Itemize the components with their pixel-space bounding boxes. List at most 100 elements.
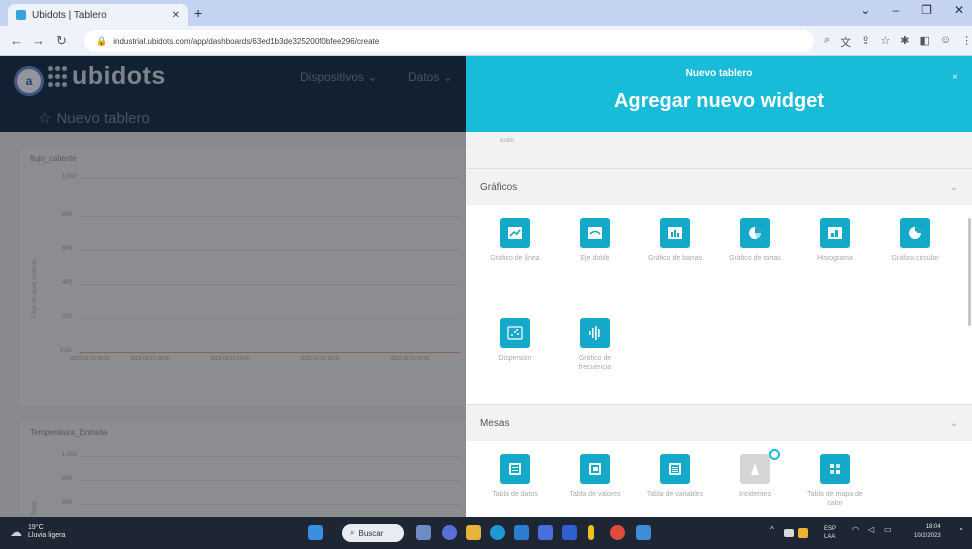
- widget-label: Gráfico de línea: [490, 255, 540, 262]
- bookmark-star-icon[interactable]: ☆: [880, 34, 890, 50]
- menu-kebab-icon[interactable]: ⋮: [961, 34, 972, 50]
- share-icon[interactable]: ⇪: [861, 34, 870, 50]
- widget-donut-chart[interactable]: Gráfico circular: [882, 218, 948, 263]
- section-title: Gráficos: [480, 181, 518, 193]
- drawer-title: Agregar nuevo widget: [613, 90, 825, 112]
- system-clock[interactable]: 18:04 10/2/2023: [914, 523, 941, 541]
- security-icon[interactable]: [798, 528, 808, 538]
- reload-icon[interactable]: ↻: [56, 33, 67, 49]
- widget-heatmap-table[interactable]: Tabla de mapa de calor: [802, 454, 868, 508]
- vscode-icon[interactable]: [562, 525, 577, 540]
- drawer-close-icon[interactable]: ×: [952, 72, 958, 83]
- frequency-icon: [580, 318, 610, 348]
- tab-close-icon[interactable]: ✕: [172, 10, 180, 21]
- scatter-icon: [500, 318, 530, 348]
- widget-data-table[interactable]: Tabla de datos: [482, 454, 548, 499]
- windows-start-icon[interactable]: [308, 525, 323, 540]
- add-widget-drawer: Nuevo tablero Agregar nuevo widget × est…: [466, 56, 972, 517]
- rain-cloud-icon: ☁: [10, 525, 22, 539]
- minimize-icon[interactable]: –: [892, 3, 899, 17]
- tray-chevron-icon[interactable]: ^: [770, 525, 774, 534]
- widget-scatter[interactable]: Dispersión: [482, 318, 548, 363]
- weather-temp: 19°C: [28, 524, 44, 531]
- widget-label: Tabla de datos: [492, 491, 538, 498]
- chevron-down-icon[interactable]: ⌄: [950, 418, 958, 429]
- taskbar-search[interactable]: ⌕ Buscar: [342, 524, 404, 542]
- pie-chart-icon: [740, 218, 770, 248]
- widget-label: Histograma: [817, 255, 853, 262]
- widget-histogram[interactable]: Histograma: [802, 218, 868, 263]
- close-window-icon[interactable]: ✕: [954, 3, 964, 17]
- heatmap-table-icon: [820, 454, 850, 484]
- teams-chat-icon[interactable]: [442, 525, 457, 540]
- new-badge-icon: [769, 449, 780, 460]
- widget-label: Tabla de variables: [646, 491, 704, 498]
- edge-browser-icon[interactable]: [490, 525, 505, 540]
- widget-incidents[interactable]: Incidentes: [722, 449, 788, 499]
- onedrive-icon[interactable]: [784, 529, 794, 537]
- widget-values-table[interactable]: Tabla de valores: [562, 454, 628, 499]
- browser-tab-bar: Ubidots | Tablero ✕ + ⌄ – ❐ ✕: [0, 0, 972, 26]
- widget-label: Tabla de valores: [569, 491, 621, 498]
- clock-time: 18:04: [925, 524, 941, 530]
- line-chart-icon: [500, 218, 530, 248]
- section-graficos: Gráficos ⌄: [466, 168, 972, 406]
- widget-frequency[interactable]: Gráfico de frecuencia: [562, 318, 628, 372]
- task-view-icon[interactable]: [416, 525, 431, 540]
- battery-icon[interactable]: ▭: [884, 525, 892, 534]
- profile-icon[interactable]: ☺: [940, 34, 951, 50]
- maximize-icon[interactable]: ❐: [921, 3, 932, 17]
- weather-widget[interactable]: ☁ 19°C Lluvia ligera: [10, 524, 65, 540]
- wifi-icon[interactable]: ◠: [852, 525, 859, 534]
- drawer-header: Nuevo tablero Agregar nuevo widget ×: [466, 56, 972, 132]
- bar-chart-icon: [660, 218, 690, 248]
- browser-tab[interactable]: Ubidots | Tablero ✕: [8, 4, 188, 26]
- mail-icon[interactable]: [538, 525, 553, 540]
- search-icon: ⌕: [350, 528, 355, 537]
- chrome-icon[interactable]: [610, 525, 625, 540]
- section-header[interactable]: Mesas ⌄: [466, 405, 972, 441]
- extension-puzzle-icon[interactable]: ✱: [900, 34, 909, 50]
- modal-backdrop[interactable]: [0, 56, 466, 517]
- new-tab-icon[interactable]: +: [194, 5, 202, 21]
- lightning-app-icon[interactable]: [588, 525, 594, 540]
- lock-icon: 🔒: [96, 35, 108, 46]
- address-bar: ← → ↻ 🔒 industrial.ubidots.com/app/dashb…: [0, 26, 972, 56]
- widget-label: Tabla de mapa de calor: [807, 491, 863, 507]
- volume-icon[interactable]: ◁: [868, 525, 874, 534]
- widget-label: Gráfico de tortas: [729, 255, 781, 262]
- url-text: industrial.ubidots.com/app/dashboards/63…: [113, 36, 380, 46]
- clock-date: 10/2/2023: [914, 533, 941, 539]
- widget-bar-chart[interactable]: Gráfico de barras: [642, 218, 708, 263]
- forward-icon[interactable]: →: [32, 33, 45, 48]
- widget-label: Gráfico de frecuencia: [578, 355, 612, 371]
- table-values-icon: [580, 454, 610, 484]
- extension-icons: ⌕ 文 ⇪ ☆ ✱ ◧ ☺ ⋮: [824, 34, 972, 50]
- translate-icon[interactable]: 文: [840, 34, 851, 50]
- side-panel-icon[interactable]: ◧: [919, 34, 929, 50]
- widget-label: Dispersión: [498, 355, 532, 362]
- widget-double-axis[interactable]: Eje doble: [562, 218, 628, 263]
- drawer-scrollbar[interactable]: [968, 218, 971, 326]
- double-axis-icon: [580, 218, 610, 248]
- back-icon[interactable]: ←: [10, 33, 23, 48]
- notification-icon[interactable]: ◔: [958, 525, 963, 534]
- url-field[interactable]: 🔒 industrial.ubidots.com/app/dashboards/…: [84, 30, 814, 52]
- file-explorer-icon[interactable]: [466, 525, 481, 540]
- weather-desc: Lluvia ligera: [28, 532, 66, 539]
- table-variables-icon: [660, 454, 690, 484]
- widget-pie-chart[interactable]: Gráfico de tortas: [722, 218, 788, 263]
- python-app-icon[interactable]: [636, 525, 651, 540]
- store-icon[interactable]: [514, 525, 529, 540]
- drawer-subtitle: Nuevo tablero: [685, 68, 753, 79]
- previous-item-label: estilo: [500, 138, 515, 144]
- ubidots-favicon-icon: [16, 10, 26, 20]
- section-header[interactable]: Gráficos ⌄: [466, 169, 972, 205]
- chevron-down-icon[interactable]: ⌄: [950, 182, 958, 193]
- widget-line-chart[interactable]: Gráfico de línea: [482, 218, 548, 263]
- widget-variables-table[interactable]: Tabla de variables: [642, 454, 708, 499]
- google-lens-icon[interactable]: ⌕: [824, 34, 830, 50]
- language-indicator[interactable]: ESP LAA: [824, 525, 836, 541]
- tab-search-icon[interactable]: ⌄: [860, 3, 870, 17]
- donut-chart-icon: [900, 218, 930, 248]
